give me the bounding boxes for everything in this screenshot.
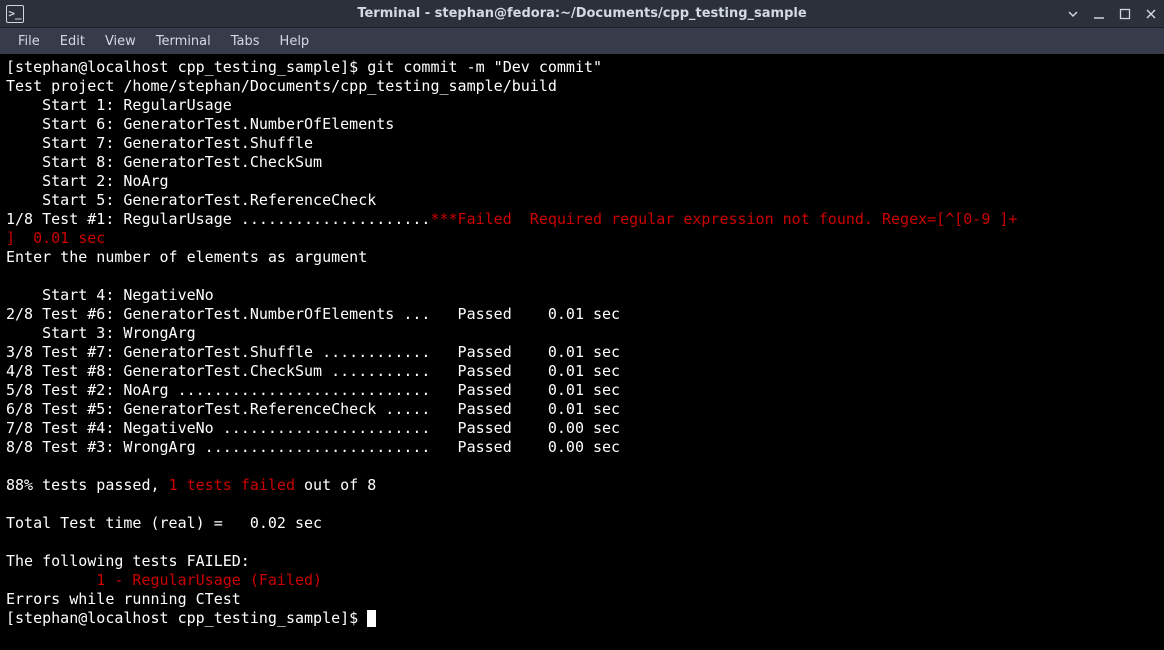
menu-edit[interactable]: Edit (52, 31, 93, 52)
tests-failed-count: 1 tests failed (169, 476, 295, 494)
menu-help[interactable]: Help (272, 31, 318, 52)
output-line: 88% tests passed, (6, 476, 169, 494)
terminal-output[interactable]: [stephan@localhost cpp_testing_sample]$ … (0, 54, 1164, 650)
output-line: 6/8 Test #5: GeneratorTest.ReferenceChec… (6, 400, 620, 418)
output-line: Enter the number of elements as argument (6, 248, 367, 266)
output-line: Start 7: GeneratorTest.Shuffle (6, 134, 313, 152)
output-line: out of 8 (295, 476, 376, 494)
output-line: 1/8 Test #1: RegularUsage ..............… (6, 210, 430, 228)
maximize-button[interactable] (1118, 7, 1132, 21)
window-titlebar: >_ Terminal - stephan@fedora:~/Documents… (0, 0, 1164, 28)
output-line: Test project /home/stephan/Documents/cpp… (6, 77, 557, 95)
output-line: 4/8 Test #8: GeneratorTest.CheckSum ....… (6, 362, 620, 380)
output-line: Start 4: NegativeNo (6, 286, 214, 304)
window-title: Terminal - stephan@fedora:~/Documents/cp… (357, 6, 806, 21)
titlebar-controls (1066, 7, 1158, 21)
output-line: 2/8 Test #6: GeneratorTest.NumberOfEleme… (6, 305, 620, 323)
minimize-button[interactable] (1092, 7, 1106, 21)
output-line: 5/8 Test #2: NoArg .....................… (6, 381, 620, 399)
output-line: Start 5: GeneratorTest.ReferenceCheck (6, 191, 376, 209)
titlebar-left: >_ (6, 5, 24, 23)
output-line: The following tests FAILED: (6, 552, 250, 570)
prompt-line: [stephan@localhost cpp_testing_sample]$ (6, 609, 367, 627)
output-line: 3/8 Test #7: GeneratorTest.Shuffle .....… (6, 343, 620, 361)
terminal-cursor (367, 610, 376, 627)
output-line: Start 2: NoArg (6, 172, 169, 190)
test-failed-text: ***Failed Required regular expression no… (430, 210, 1017, 228)
output-line: Start 1: RegularUsage (6, 96, 232, 114)
output-line: Total Test time (real) = 0.02 sec (6, 514, 322, 532)
prompt-line: [stephan@localhost cpp_testing_sample]$ … (6, 58, 602, 76)
menu-file[interactable]: File (10, 31, 48, 52)
window-menu-button[interactable] (1066, 7, 1080, 21)
menu-terminal[interactable]: Terminal (148, 31, 219, 52)
output-line: 8/8 Test #3: WrongArg ..................… (6, 438, 620, 456)
menubar: File Edit View Terminal Tabs Help (0, 28, 1164, 54)
failed-test-item: 1 - RegularUsage (Failed) (6, 571, 322, 589)
test-failed-text: ] 0.01 sec (6, 229, 105, 247)
output-line: Errors while running CTest (6, 590, 241, 608)
output-line: Start 8: GeneratorTest.CheckSum (6, 153, 322, 171)
terminal-app-icon: >_ (6, 5, 24, 23)
close-button[interactable] (1144, 7, 1158, 21)
output-line: Start 6: GeneratorTest.NumberOfElements (6, 115, 394, 133)
output-line: 7/8 Test #4: NegativeNo ................… (6, 419, 620, 437)
menu-tabs[interactable]: Tabs (223, 31, 268, 52)
output-line: Start 3: WrongArg (6, 324, 196, 342)
menu-view[interactable]: View (97, 31, 144, 52)
